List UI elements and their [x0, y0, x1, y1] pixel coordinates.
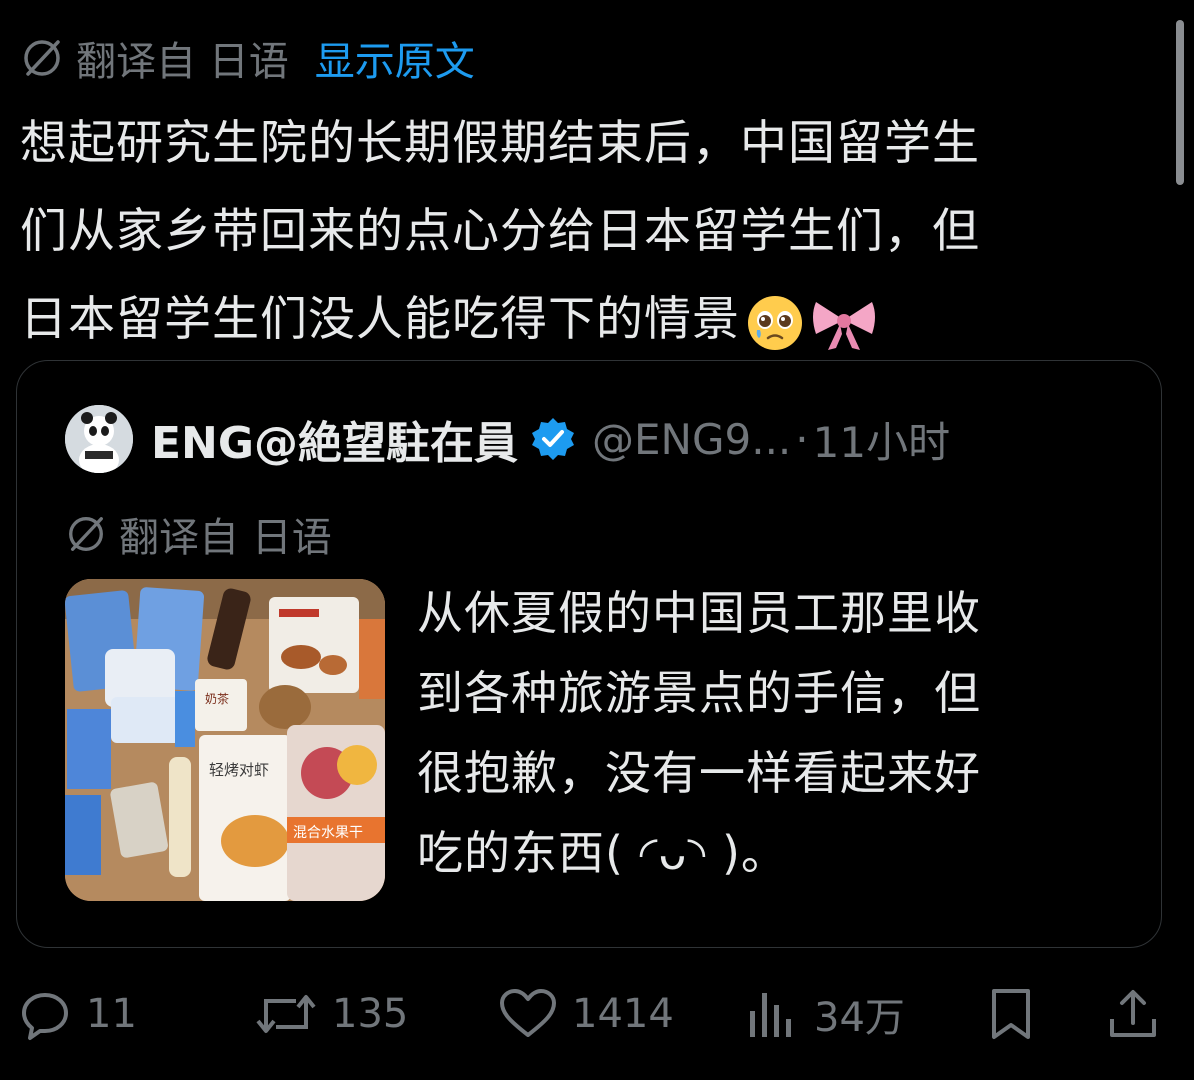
translate-icon — [69, 517, 103, 551]
like-count: 1414 — [572, 991, 674, 1037]
quoted-author-name[interactable]: ENG@絶望駐在員 — [151, 407, 518, 471]
bookmark-icon — [992, 989, 1030, 1039]
panda-avatar-icon — [65, 405, 133, 473]
tweet-detail-page: 翻译自 日语 显示原文 想起研究生院的长期假期结束后，中国留学生 们从家乡带回来… — [0, 0, 1194, 1080]
translate-icon — [24, 40, 60, 76]
avatar[interactable] — [65, 405, 133, 473]
heart-icon — [500, 989, 556, 1037]
tweet-text: 想起研究生院的长期假期结束后，中国留学生 们从家乡带回来的点心分给日本留学生们，… — [20, 100, 1160, 364]
separator-dot: · — [795, 414, 809, 464]
repost-count: 135 — [332, 991, 409, 1037]
repost-button[interactable]: 135 — [254, 978, 408, 1050]
like-button[interactable]: 1414 — [498, 978, 674, 1050]
quoted-translation-row: 翻译自 日语 — [65, 506, 332, 562]
action-bar: 11 135 1414 34万 — [0, 978, 1194, 1050]
quoted-text-line-1: 从休夏假的中国员工那里收 — [417, 586, 981, 640]
translation-label: 翻译自 日语 — [76, 39, 289, 85]
quoted-tweet-card[interactable]: ENG@絶望駐在員 @ENG9... · 11小时 翻译自 日语 奶茶 轻烤对虾… — [16, 360, 1162, 948]
views-chart-icon — [750, 993, 791, 1037]
quoted-text-line-4: 吃的东西( ◜ᴗ◝ )。 — [417, 826, 788, 880]
reply-icon — [22, 993, 68, 1040]
previous-content-cutoff — [0, 0, 1194, 10]
repost-icon — [256, 995, 316, 1033]
snack-label-shrimp: 轻烤对虾 — [209, 761, 269, 779]
quoted-tweet-image[interactable]: 奶茶 轻烤对虾 混合水果干 — [65, 579, 385, 901]
views-button[interactable]: 34万 — [746, 978, 905, 1050]
reply-button[interactable]: 11 — [18, 978, 137, 1050]
bookmark-button[interactable] — [984, 978, 1052, 1050]
share-icon — [1110, 990, 1156, 1037]
snack-label-milktea: 奶茶 — [205, 691, 229, 706]
view-count: 34万 — [814, 995, 905, 1041]
quoted-author-handle[interactable]: @ENG9... — [592, 415, 791, 464]
tweet-text-line-3: 日本留学生们没人能吃得下的情景 — [20, 292, 740, 347]
ribbon-bow-icon — [813, 301, 875, 350]
quoted-text-line-2: 到各种旅游景点的手信，但 — [417, 666, 981, 720]
scrollbar[interactable] — [1176, 20, 1184, 185]
quoted-tweet-header: ENG@絶望駐在員 @ENG9... · 11小时 — [65, 403, 950, 475]
reply-count: 11 — [86, 991, 137, 1037]
share-button[interactable] — [1106, 978, 1174, 1050]
verified-badge-icon — [532, 418, 574, 460]
pleading-face-icon — [748, 295, 802, 350]
quoted-translation-label: 翻译自 日语 — [119, 515, 332, 561]
snacks-photo: 奶茶 轻烤对虾 混合水果干 — [65, 579, 385, 901]
quoted-tweet-text: 从休夏假的中国员工那里收 到各种旅游景点的手信，但 很抱歉，没有一样看起来好 吃… — [417, 573, 1117, 893]
quoted-text-line-3: 很抱歉，没有一样看起来好 — [417, 746, 981, 800]
tweet-text-line-1: 想起研究生院的长期假期结束后，中国留学生 — [20, 116, 980, 171]
snack-label-fruit: 混合水果干 — [293, 825, 363, 841]
tweet-text-line-2: 们从家乡带回来的点心分给日本留学生们，但 — [20, 204, 980, 259]
translation-row: 翻译自 日语 显示原文 — [20, 28, 475, 88]
quoted-tweet-time[interactable]: 11小时 — [813, 409, 950, 470]
show-original-link[interactable]: 显示原文 — [315, 29, 475, 87]
